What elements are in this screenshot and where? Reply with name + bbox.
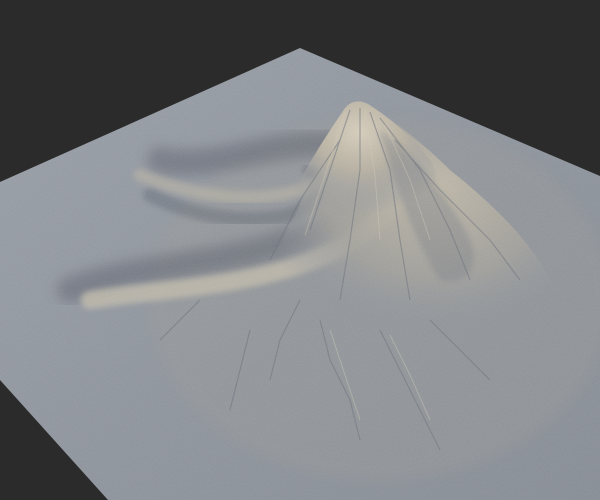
render-viewport[interactable] [0,0,600,500]
terrain-relief [0,48,600,500]
terrain-render [0,48,600,500]
